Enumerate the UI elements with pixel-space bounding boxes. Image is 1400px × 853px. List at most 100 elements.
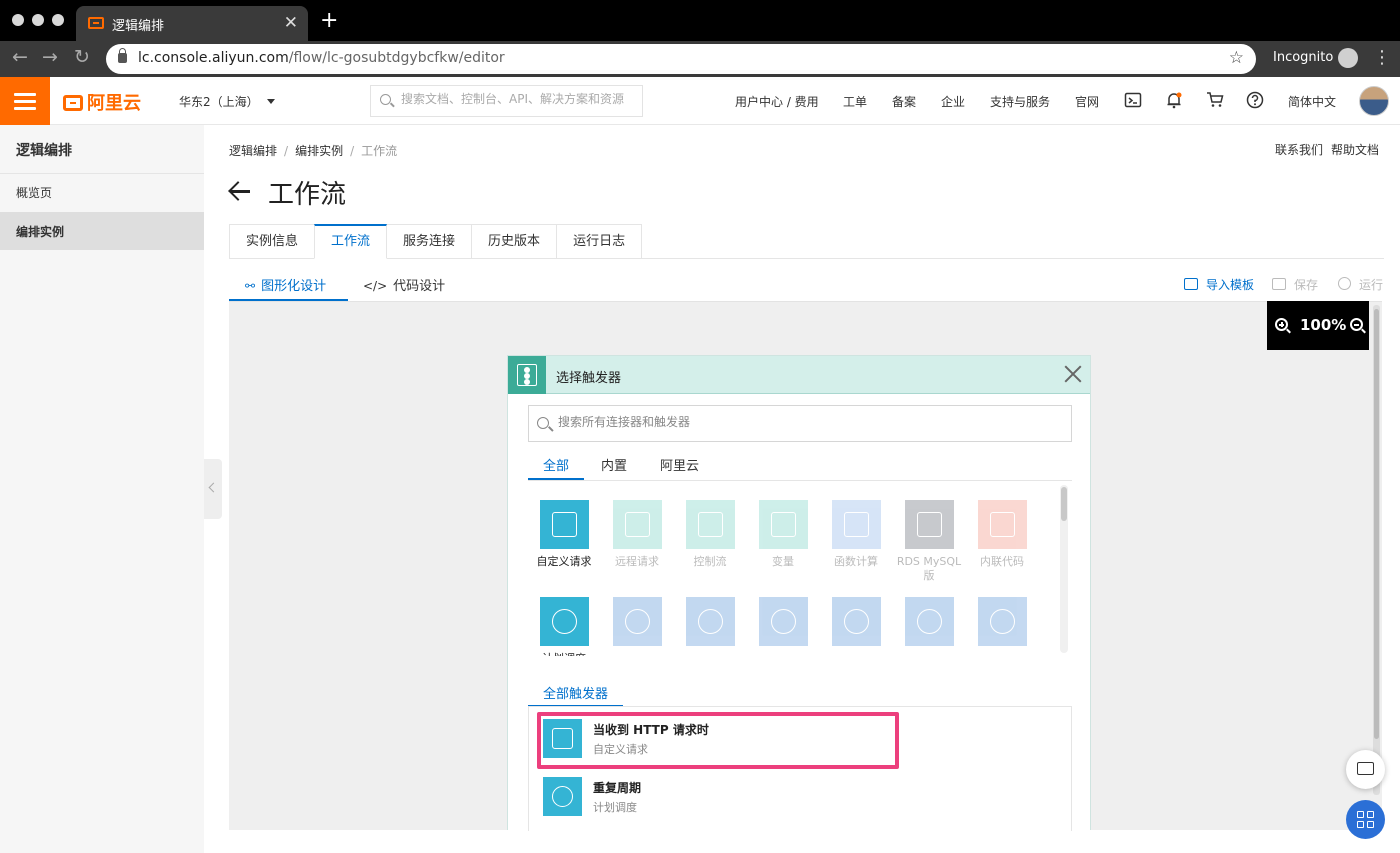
trigger-node-icon <box>508 356 546 394</box>
aliyun-logo[interactable]: 阿里云 <box>63 89 141 115</box>
incognito-icon[interactable] <box>1338 48 1358 68</box>
sidebar-item-instances[interactable]: 编排实例 <box>0 212 204 250</box>
connector-icon <box>977 597 1027 646</box>
tab-graphical-design[interactable]: ⚯ 图形化设计 <box>229 270 348 301</box>
close-icon[interactable] <box>1062 363 1084 385</box>
connector-item[interactable] <box>677 597 743 652</box>
breadcrumb-item[interactable]: 编排实例 <box>295 144 343 158</box>
connector-icon <box>831 500 881 549</box>
connector-item[interactable] <box>604 597 670 652</box>
http-request-icon <box>543 719 582 758</box>
back-arrow-icon[interactable] <box>228 180 252 202</box>
tree-icon: ⚯ <box>245 279 256 293</box>
connector-label: 变量 <box>772 555 794 568</box>
feedback-button[interactable] <box>1346 750 1385 789</box>
trigger-search-input[interactable] <box>558 415 1058 429</box>
contact-us-link[interactable]: 联系我们 <box>1275 143 1323 157</box>
browser-menu-icon[interactable]: ⋮ <box>1373 47 1391 68</box>
run-button[interactable]: 运行 <box>1338 276 1383 293</box>
address-bar[interactable]: lc.console.aliyun.com/flow/lc-gosubtdgyb… <box>106 44 1256 74</box>
connector-label: RDS MySQL版 <box>896 555 962 582</box>
trigger-http-request[interactable]: 当收到 HTTP 请求时 自定义请求 <box>543 712 943 762</box>
connector-item[interactable]: 自定义请求 <box>531 500 597 569</box>
breadcrumb-item[interactable]: 逻辑编排 <box>229 144 277 158</box>
tab-history-versions[interactable]: 历史版本 <box>471 224 558 259</box>
connector-item[interactable] <box>750 597 816 652</box>
connector-item[interactable]: RDS MySQL版 <box>896 500 962 583</box>
connector-item[interactable]: 变量 <box>750 500 816 569</box>
import-template-button[interactable]: 导入模板 <box>1184 276 1254 293</box>
bell-icon[interactable] <box>1165 91 1183 109</box>
window-minimize-button[interactable] <box>32 14 44 26</box>
nav-support[interactable]: 支持与服务 <box>990 93 1050 110</box>
connector-item[interactable]: 计划调度 <box>531 597 597 656</box>
back-icon[interactable]: ← <box>12 46 28 68</box>
tab-workflow[interactable]: 工作流 <box>314 224 388 259</box>
tab-aliyun[interactable]: 阿里云 <box>660 452 699 480</box>
browser-tabstrip: 逻辑编排 ✕ + <box>0 0 1400 41</box>
connector-icon <box>904 500 954 549</box>
zoom-controls: 100% <box>1267 301 1369 350</box>
tab-instance-info[interactable]: 实例信息 <box>229 224 316 259</box>
sidebar-collapse-handle[interactable] <box>204 459 222 519</box>
reload-icon[interactable]: ↻ <box>74 46 90 68</box>
window-close-button[interactable] <box>12 14 24 26</box>
trigger-search[interactable] <box>528 405 1072 442</box>
connector-item[interactable]: 内联代码 <box>969 500 1035 569</box>
region-selector[interactable]: 华东2（上海） <box>179 93 275 110</box>
canvas-scrollbar[interactable] <box>1373 305 1380 795</box>
trigger-name: 当收到 HTTP 请求时 <box>593 723 709 737</box>
tab-code-design[interactable]: </> 代码设计 <box>363 270 445 301</box>
save-button[interactable]: 保存 <box>1272 276 1318 293</box>
cart-icon[interactable] <box>1206 91 1224 109</box>
connector-item[interactable]: 函数计算 <box>823 500 889 569</box>
console-search[interactable] <box>370 85 643 117</box>
terminal-icon[interactable] <box>1124 91 1142 109</box>
forward-icon[interactable]: → <box>42 46 58 68</box>
connector-category-tabs: 全部 内置 阿里云 <box>528 452 1072 480</box>
connector-grid: 自定义请求 远程请求 控制流 变量 函数计算 RDS MySQL版 内联代码 计划调度 <box>528 480 1072 656</box>
instance-tabs: 实例信息 工作流 服务连接 历史版本 运行日志 <box>229 224 643 259</box>
tab-run-logs[interactable]: 运行日志 <box>556 224 643 259</box>
connector-label: 控制流 <box>693 555 727 568</box>
nav-ticket[interactable]: 工单 <box>843 93 867 110</box>
url-text: lc.console.aliyun.com/flow/lc-gosubtdgyb… <box>138 50 505 66</box>
connector-item[interactable] <box>969 597 1035 652</box>
window-maximize-button[interactable] <box>52 14 64 26</box>
connector-label: 函数计算 <box>834 555 878 568</box>
connector-item[interactable]: 远程请求 <box>604 500 670 569</box>
language-selector[interactable]: 简体中文 <box>1288 93 1336 110</box>
tab-service-connection[interactable]: 服务连接 <box>386 224 473 259</box>
help-docs-link[interactable]: 帮助文档 <box>1331 143 1379 157</box>
user-avatar[interactable] <box>1359 86 1389 116</box>
favicon-icon <box>88 17 104 29</box>
apps-button[interactable] <box>1346 800 1385 839</box>
page-title: 工作流 <box>268 180 347 210</box>
connector-icon <box>539 500 589 549</box>
breadcrumb-current: 工作流 <box>361 144 398 158</box>
console-search-input[interactable] <box>401 92 636 106</box>
hamburger-menu-button[interactable] <box>0 77 50 125</box>
help-icon[interactable] <box>1246 91 1264 109</box>
sidebar-item-overview[interactable]: 概览页 <box>0 173 204 211</box>
nav-beian[interactable]: 备案 <box>892 93 916 110</box>
tab-builtin[interactable]: 内置 <box>601 452 627 480</box>
bookmark-star-icon[interactable]: ☆ <box>1229 48 1244 68</box>
nav-user-center[interactable]: 用户中心 / 费用 <box>735 93 819 110</box>
trigger-repeat-schedule[interactable]: 重复周期 计划调度 <box>543 770 943 820</box>
tab-all[interactable]: 全部 <box>528 452 585 480</box>
connector-item[interactable]: 控制流 <box>677 500 743 569</box>
connector-item[interactable] <box>896 597 962 652</box>
browser-tab[interactable]: 逻辑编排 ✕ <box>76 6 308 41</box>
connector-icon <box>758 500 808 549</box>
new-tab-icon[interactable]: + <box>320 8 338 33</box>
lock-icon <box>118 48 127 63</box>
nav-official-site[interactable]: 官网 <box>1075 93 1099 110</box>
connector-label: 远程请求 <box>615 555 659 568</box>
connector-item[interactable] <box>823 597 889 652</box>
tab-close-icon[interactable]: ✕ <box>284 13 298 33</box>
nav-enterprise[interactable]: 企业 <box>941 93 965 110</box>
timer-icon <box>543 777 582 816</box>
tab-all-triggers[interactable]: 全部触发器 <box>528 679 624 707</box>
connector-grid-scrollbar[interactable] <box>1060 485 1068 653</box>
